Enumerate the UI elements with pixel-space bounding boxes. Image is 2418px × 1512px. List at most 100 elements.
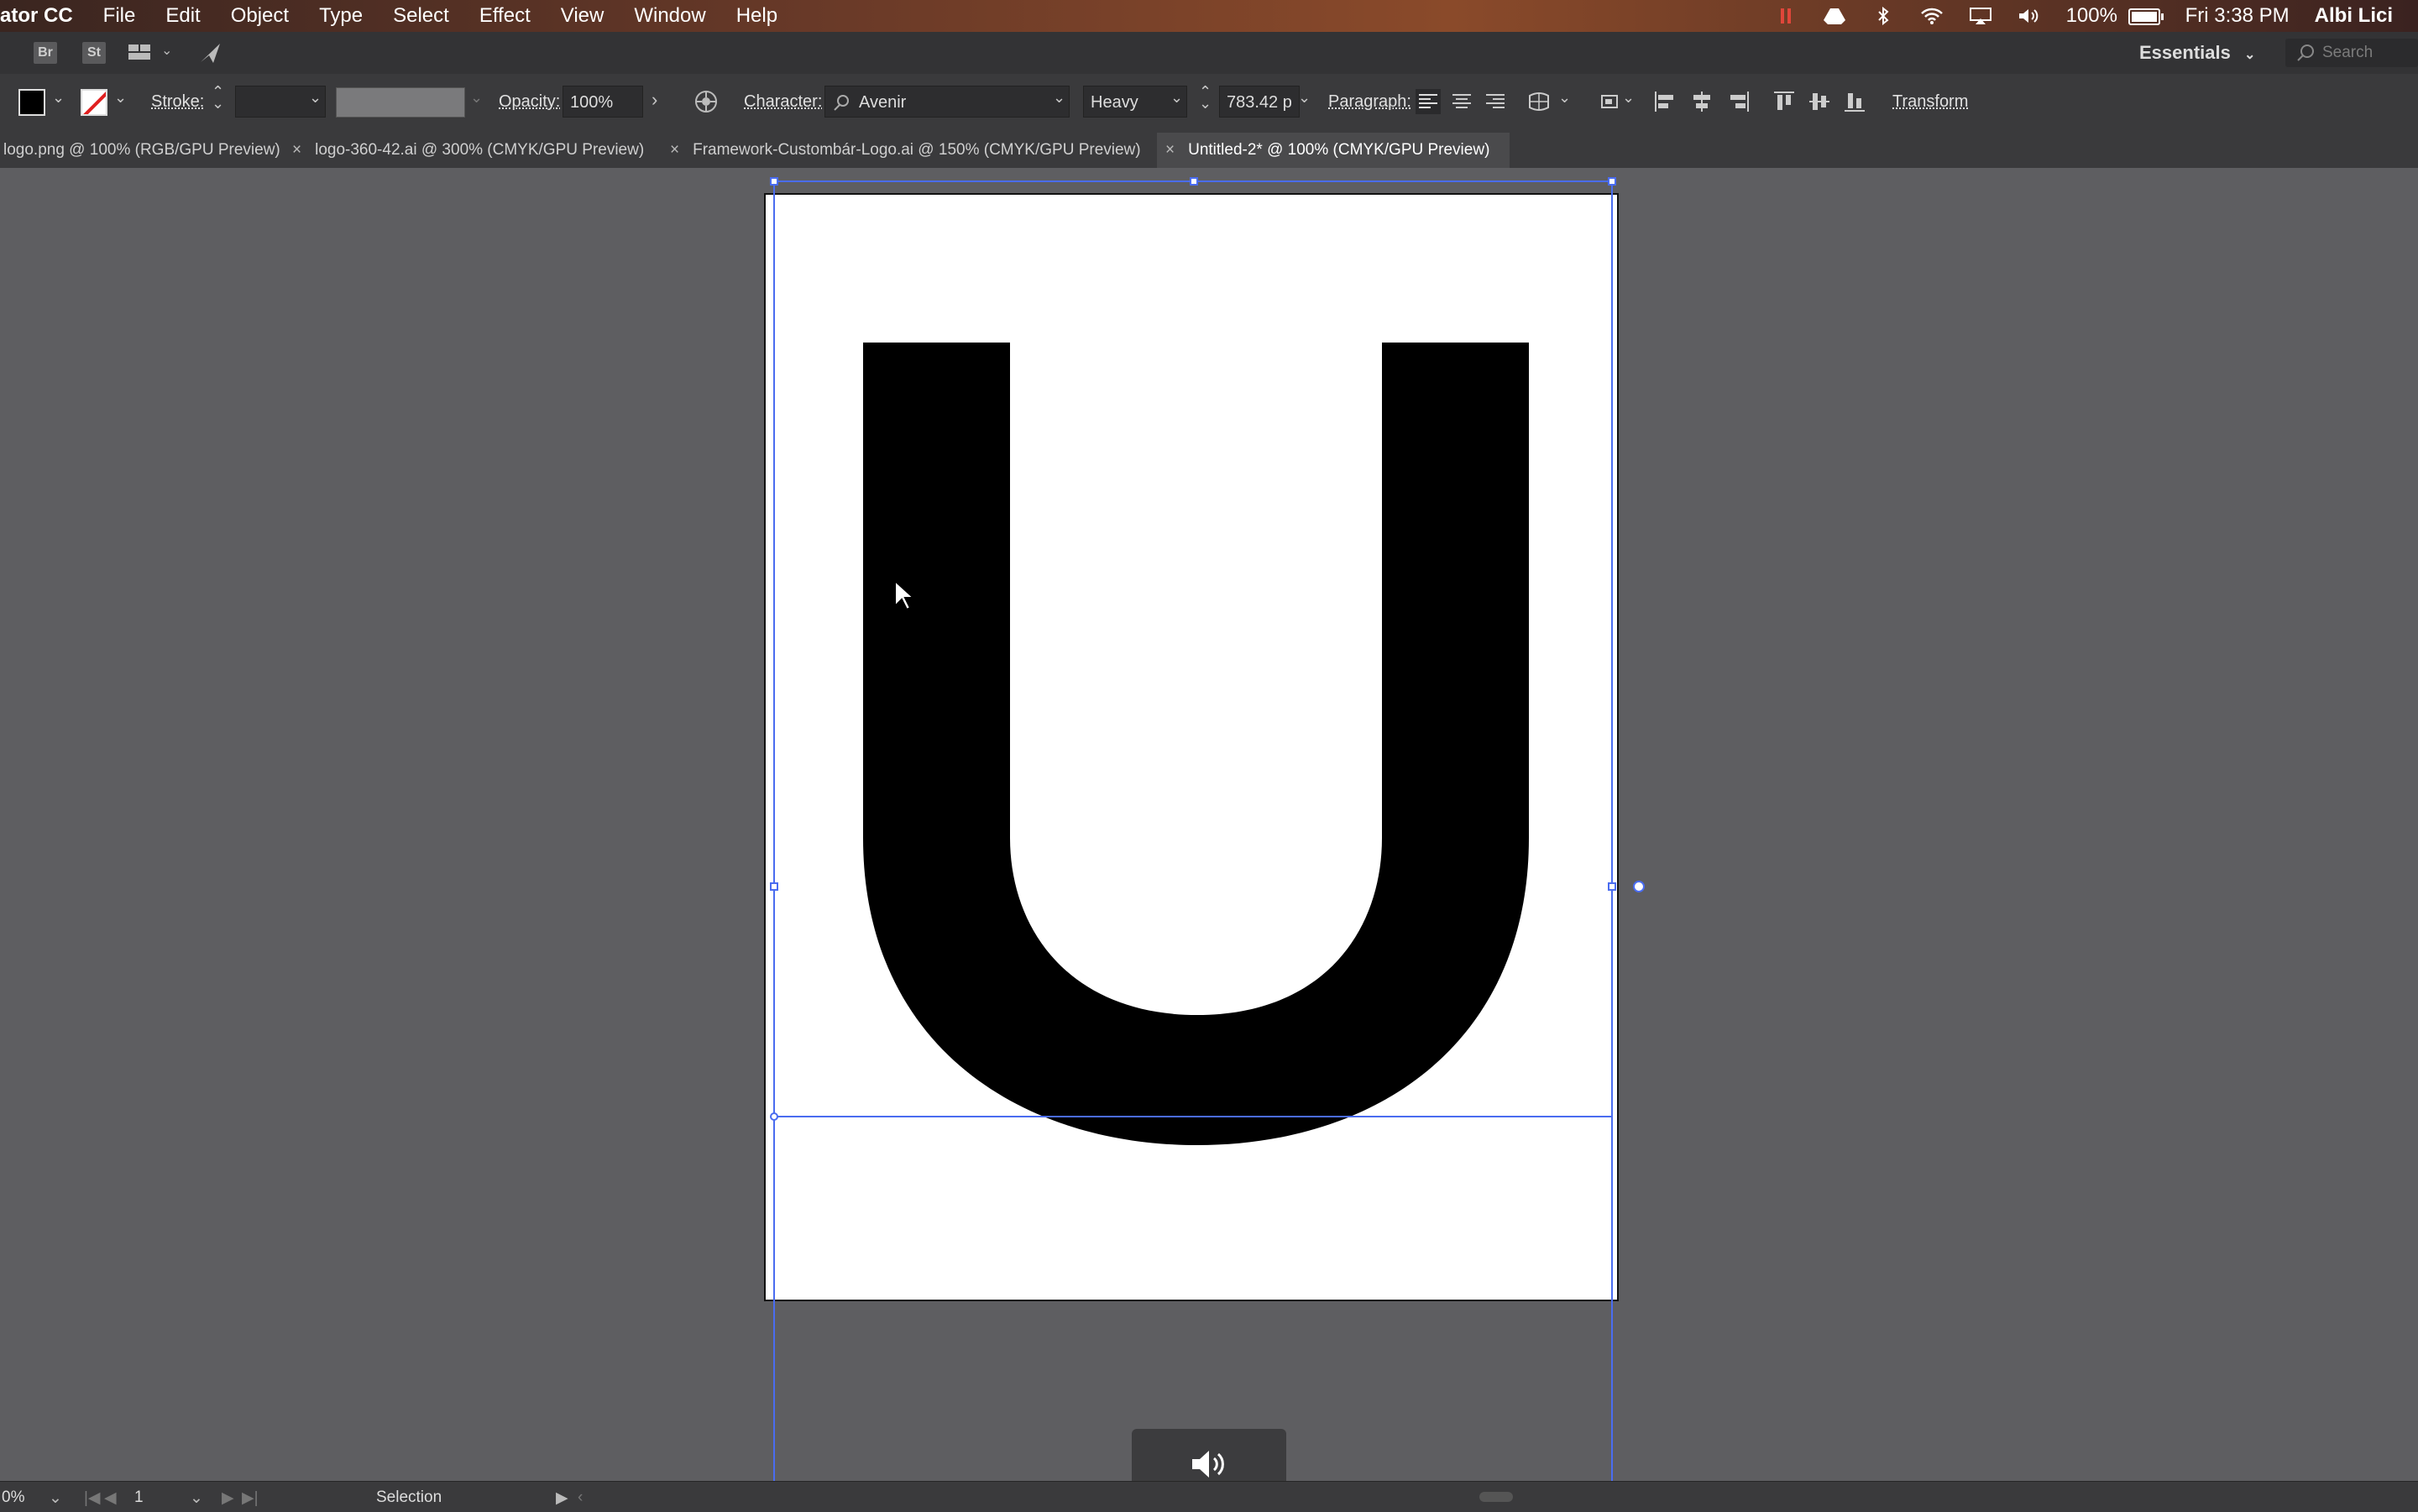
menu-window[interactable]: Window xyxy=(634,4,705,28)
vertical-align-bottom-icon[interactable] xyxy=(1842,89,1867,114)
align-left-icon[interactable] xyxy=(1416,89,1441,114)
tab-framework-logo[interactable]: × Framework-Custombár-Logo.ai @ 150% (CMY… xyxy=(670,133,1141,168)
menu-type[interactable]: Type xyxy=(319,4,363,28)
drive-icon[interactable] xyxy=(1823,7,1846,25)
profile-dropdown-icon[interactable]: ⌄ xyxy=(470,89,483,107)
horizontal-align-center-icon[interactable] xyxy=(1689,89,1714,114)
tab-logo-png[interactable]: logo.png @ 100% (RGB/GPU Preview) xyxy=(3,133,280,168)
opacity-flyout-icon[interactable]: › xyxy=(652,89,657,111)
send-icon[interactable] xyxy=(198,40,223,65)
envelope-dropdown-icon[interactable]: ⌄ xyxy=(1558,89,1571,107)
handle-top-right xyxy=(1608,177,1616,186)
last-artboard-icon[interactable]: ▶| xyxy=(242,1488,259,1508)
battery-icon xyxy=(2128,8,2164,25)
menu-select[interactable]: Select xyxy=(393,4,449,28)
vertical-align-center-icon[interactable] xyxy=(1807,89,1832,114)
recording-icon[interactable] xyxy=(1774,7,1798,25)
align-to-icon[interactable] xyxy=(1599,89,1624,114)
stroke-weight-dropdown-icon[interactable]: ⌄ xyxy=(309,89,322,107)
arrange-dropdown-icon[interactable]: ⌄ xyxy=(161,42,172,59)
font-family-value: Avenir xyxy=(859,93,907,112)
speaker-icon xyxy=(1192,1451,1224,1478)
control-bar: ⌄ ⌄ Stroke: ⌃ ⌄ ⌄ ⌄ Opacity: 100% › Chara… xyxy=(0,74,2418,133)
menu-edit[interactable]: Edit xyxy=(165,4,200,28)
font-size-stepper[interactable]: ⌃ ⌄ xyxy=(1199,84,1212,111)
tab-label: logo.png @ 100% (RGB/GPU Preview) xyxy=(3,141,280,159)
document-tabs: logo.png @ 100% (RGB/GPU Preview) × logo-… xyxy=(0,133,2418,169)
menu-effect[interactable]: Effect xyxy=(479,4,531,28)
menu-help[interactable]: Help xyxy=(736,4,777,28)
chevron-down-icon: ⌄ xyxy=(2243,48,2256,62)
status-area: 100% Fri 3:38 PM Albi Lici xyxy=(1774,0,2418,32)
menu-file[interactable]: File xyxy=(103,4,136,28)
tab-label: Framework-Custombár-Logo.ai @ 150% (CMYK… xyxy=(693,141,1141,159)
tab-logo-360-42[interactable]: × logo-360-42.ai @ 300% (CMYK/GPU Preview… xyxy=(292,133,644,168)
stroke-swatch[interactable] xyxy=(81,89,107,116)
status-flyout-icon[interactable]: ▶ xyxy=(556,1488,568,1508)
bluetooth-icon[interactable] xyxy=(1871,6,1895,26)
align-right-icon[interactable] xyxy=(1483,89,1508,114)
app-bar: Br St ⌄ Essentials ⌄ Search Adobe xyxy=(0,32,2418,90)
transform-button[interactable]: Transform xyxy=(1892,92,1968,112)
canvas[interactable] xyxy=(0,168,2418,1486)
font-size-dropdown-icon[interactable]: ⌄ xyxy=(1298,89,1311,107)
font-style-dropdown-icon[interactable]: ⌄ xyxy=(1170,89,1183,107)
stroke-color-dropdown-icon[interactable]: ⌄ xyxy=(114,89,127,107)
stock-button[interactable]: St xyxy=(82,42,106,64)
user-name[interactable]: Albi Lici xyxy=(2315,4,2393,28)
battery-percent: 100% xyxy=(2065,4,2117,27)
opacity-label[interactable]: Opacity: xyxy=(499,92,560,112)
align-to-dropdown-icon[interactable]: ⌄ xyxy=(1622,89,1635,107)
first-artboard-icon[interactable]: |◀ xyxy=(84,1488,101,1508)
airplay-icon[interactable] xyxy=(1969,7,1992,25)
volume-icon[interactable] xyxy=(2018,7,2041,25)
clock[interactable]: Fri 3:38 PM xyxy=(2185,4,2290,28)
bridge-button[interactable]: Br xyxy=(34,42,57,64)
stroke-label[interactable]: Stroke: xyxy=(151,92,204,112)
artboard-number-field[interactable]: 1 xyxy=(134,1488,144,1507)
vertical-align-top-icon[interactable] xyxy=(1772,89,1797,114)
zoom-field[interactable]: 0% xyxy=(2,1488,24,1507)
battery-status[interactable]: 100% xyxy=(2065,4,2164,28)
tab-untitled-2[interactable]: × Untitled-2* @ 100% (CMYK/GPU Preview) xyxy=(1157,133,1510,168)
fill-dropdown-icon[interactable]: ⌄ xyxy=(52,89,65,107)
close-icon[interactable]: × xyxy=(1165,141,1175,159)
workspace-label: Essentials xyxy=(2139,42,2231,63)
fill-swatch[interactable] xyxy=(18,89,45,116)
scroll-left-icon[interactable]: ‹ xyxy=(578,1488,583,1507)
battery-fill xyxy=(2131,11,2157,22)
font-family-dropdown-icon[interactable]: ⌄ xyxy=(1053,89,1065,107)
font-size-field[interactable]: 783.42 p xyxy=(1219,86,1300,118)
opacity-field[interactable]: 100% xyxy=(563,86,643,118)
recolor-artwork-icon[interactable] xyxy=(693,89,719,114)
cursor-arrow-icon xyxy=(894,579,916,611)
envelope-distort-icon[interactable] xyxy=(1526,89,1552,114)
font-family-field[interactable]: Avenir xyxy=(824,86,1070,118)
stroke-weight-stepper[interactable]: ⌃ ⌄ xyxy=(212,84,224,111)
handle-top-left xyxy=(770,177,778,186)
artboard[interactable] xyxy=(764,193,1619,1301)
zoom-dropdown-icon[interactable]: ⌄ xyxy=(49,1488,62,1508)
horizontal-align-right-icon[interactable] xyxy=(1726,89,1751,114)
horizontal-scrollbar-thumb[interactable] xyxy=(1479,1492,1513,1502)
workspace-switcher[interactable]: Essentials ⌄ xyxy=(2139,42,2255,64)
tab-label: Untitled-2* @ 100% (CMYK/GPU Preview) xyxy=(1188,141,1490,159)
paragraph-label[interactable]: Paragraph: xyxy=(1328,92,1411,112)
search-adobe-field[interactable]: Search Adobe xyxy=(2285,39,2418,90)
menu-view[interactable]: View xyxy=(561,4,604,28)
horizontal-align-left-icon[interactable] xyxy=(1652,89,1677,114)
menu-object[interactable]: Object xyxy=(231,4,289,28)
next-artboard-icon[interactable]: ▶ xyxy=(222,1488,234,1508)
artboard-dropdown-icon[interactable]: ⌄ xyxy=(190,1488,203,1508)
close-icon[interactable]: × xyxy=(670,141,679,159)
glyph-u[interactable] xyxy=(766,195,1617,1300)
variable-width-profile[interactable] xyxy=(336,87,465,118)
align-center-icon[interactable] xyxy=(1449,89,1474,114)
current-tool-label: Selection xyxy=(376,1488,442,1506)
app-menu[interactable]: ator CC xyxy=(0,4,73,28)
character-label[interactable]: Character: xyxy=(744,92,822,112)
close-icon[interactable]: × xyxy=(292,141,301,159)
arrange-documents-icon[interactable] xyxy=(128,42,153,64)
wifi-icon[interactable] xyxy=(1920,7,1944,25)
previous-artboard-icon[interactable]: ◀ xyxy=(104,1488,117,1508)
